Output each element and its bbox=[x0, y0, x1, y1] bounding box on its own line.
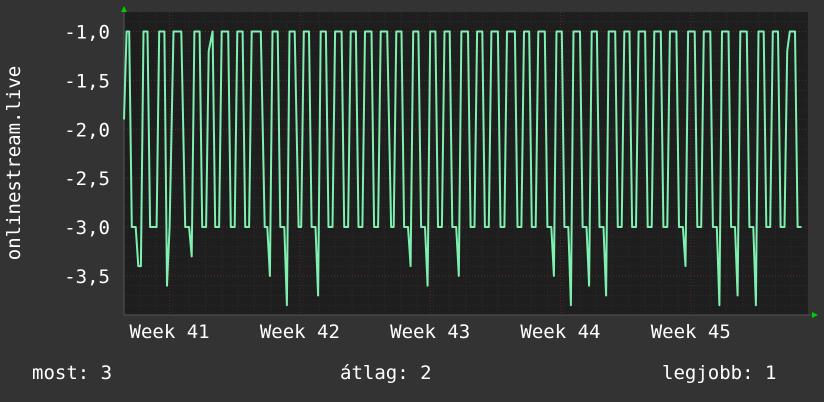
y-tick-label: -3,5 bbox=[64, 266, 110, 288]
legend-current: most: 3 bbox=[32, 362, 113, 384]
y-axis-arrow-icon bbox=[121, 6, 127, 12]
x-axis-ticks: Week 41 Week 42 Week 43 Week 44 Week 45 bbox=[130, 321, 731, 343]
y-axis-title: onlinestream.live bbox=[3, 66, 25, 260]
x-tick-label: Week 44 bbox=[520, 321, 600, 343]
y-tick-label: -1,5 bbox=[64, 70, 110, 92]
y-axis-ticks: -1,0 -1,5 -2,0 -2,5 -3,0 -3,5 bbox=[64, 22, 110, 288]
x-tick-label: Week 45 bbox=[651, 321, 731, 343]
chart-root: -1,0 -1,5 -2,0 -2,5 -3,0 -3,5 Week 41 Week 42 W… bbox=[0, 0, 824, 402]
x-tick-label: Week 41 bbox=[130, 321, 210, 343]
y-tick-label: -2,5 bbox=[64, 168, 110, 190]
y-tick-label: -1,0 bbox=[64, 22, 110, 44]
line-chart: -1,0-1,5-2,0-2,5-3,0-3,5 Week 41 Week 42 W… bbox=[3, 6, 818, 343]
x-axis-arrow-icon bbox=[812, 312, 818, 318]
y-tick-label: -2,0 bbox=[64, 119, 110, 141]
legend-max: legjobb: 1 bbox=[662, 362, 777, 384]
x-tick-label: Week 42 bbox=[260, 321, 340, 343]
y-tick-label: -3,0 bbox=[64, 217, 110, 239]
legend-average: átlag: 2 bbox=[340, 362, 432, 384]
x-tick-label: Week 43 bbox=[390, 321, 470, 343]
